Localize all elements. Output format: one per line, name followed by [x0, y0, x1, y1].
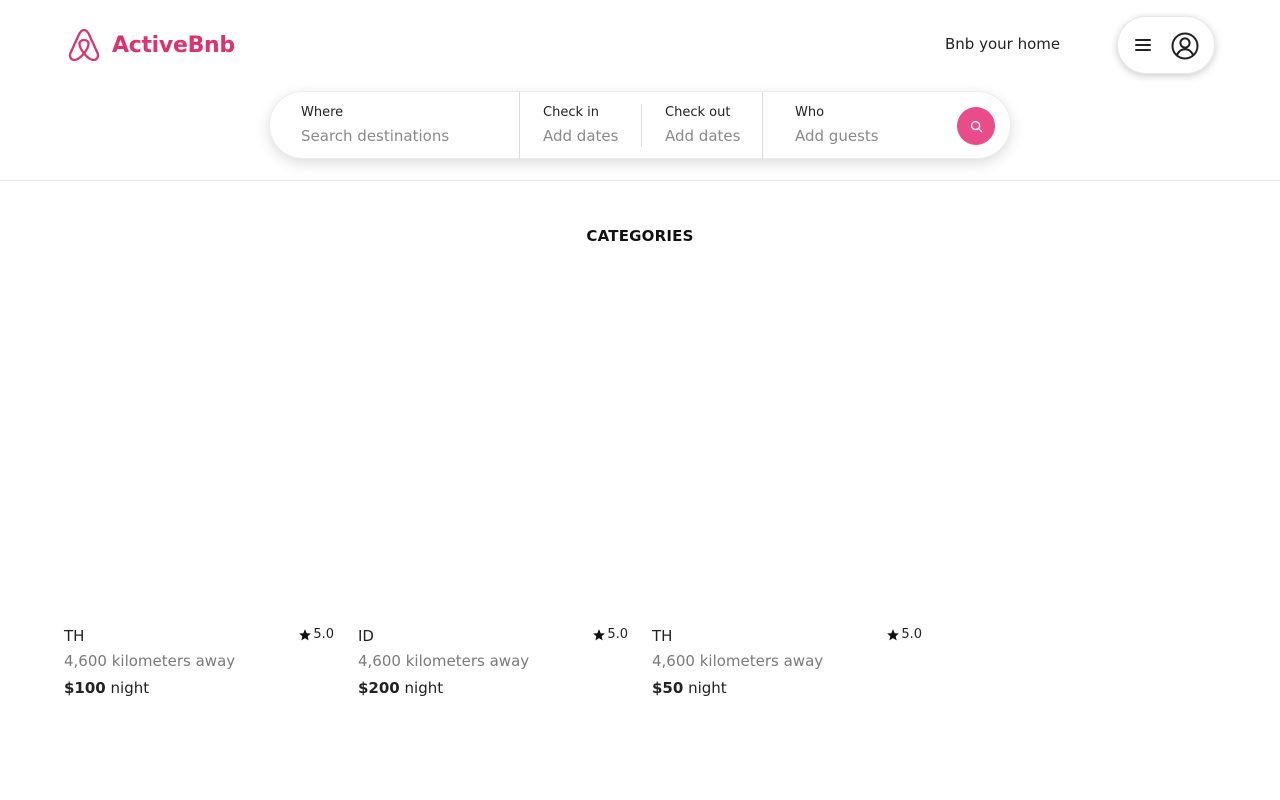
listing-distance: 4,600 kilometers away [652, 652, 824, 670]
where-input[interactable]: Search destinations [301, 127, 449, 145]
who-input[interactable]: Add guests [795, 127, 879, 145]
rating-value: 5.0 [607, 627, 628, 642]
listing-price: $100 night [64, 679, 149, 697]
host-your-home-link[interactable]: Bnb your home [945, 35, 1060, 53]
star-icon [887, 628, 900, 640]
listing-rating: 5.0 [298, 627, 334, 642]
search-check-out[interactable]: Check out Add dates [642, 92, 762, 160]
hamburger-icon [1135, 39, 1151, 53]
check-in-label: Check in [543, 105, 599, 120]
where-label: Where [301, 105, 344, 120]
search-icon [970, 120, 982, 132]
listing-distance: 4,600 kilometers away [358, 652, 530, 670]
check-in-input[interactable]: Add dates [543, 127, 618, 145]
top-header: ActiveBnb Bnb your home Where Search des… [0, 0, 1280, 181]
price-amount: $200 [358, 679, 400, 697]
listing-card[interactable]: ID 5.0 4,600 kilometers away $200 night [358, 624, 628, 704]
listing-price: $50 night [652, 679, 727, 697]
brand-logo[interactable]: ActiveBnb [66, 27, 235, 63]
rating-value: 5.0 [313, 627, 334, 642]
check-out-input[interactable]: Add dates [665, 127, 740, 145]
user-menu-button[interactable] [1117, 16, 1215, 74]
listing-country: TH [64, 627, 85, 645]
listing-country: ID [358, 627, 374, 645]
listing-price: $200 night [358, 679, 443, 697]
search-check-in[interactable]: Check in Add dates [520, 92, 641, 160]
price-unit: night [688, 679, 727, 697]
airbnb-logo-icon [68, 28, 100, 62]
price-amount: $100 [64, 679, 106, 697]
listing-rating: 5.0 [886, 627, 922, 642]
who-label: Who [795, 105, 825, 120]
search-button[interactable] [957, 107, 995, 145]
listing-card[interactable]: TH 5.0 4,600 kilometers away $100 night [64, 624, 334, 704]
price-amount: $50 [652, 679, 684, 697]
listing-rating: 5.0 [592, 627, 628, 642]
search-where[interactable]: Where Search destinations [270, 92, 519, 160]
price-unit: night [404, 679, 444, 697]
brand-name: ActiveBnb [112, 32, 235, 58]
listing-card[interactable]: TH 5.0 4,600 kilometers away $50 night [652, 624, 922, 704]
listing-country: TH [652, 627, 673, 645]
star-icon [299, 628, 312, 640]
search-bar: Where Search destinations Check in Add d… [269, 91, 1011, 160]
search-who[interactable]: Who Add guests [763, 92, 948, 160]
categories-heading: CATEGORIES [586, 227, 694, 245]
listing-distance: 4,600 kilometers away [64, 652, 236, 670]
star-icon [593, 628, 606, 640]
price-unit: night [110, 679, 150, 697]
check-out-label: Check out [665, 105, 731, 120]
user-circle-icon [1171, 32, 1199, 60]
rating-value: 5.0 [901, 627, 922, 642]
